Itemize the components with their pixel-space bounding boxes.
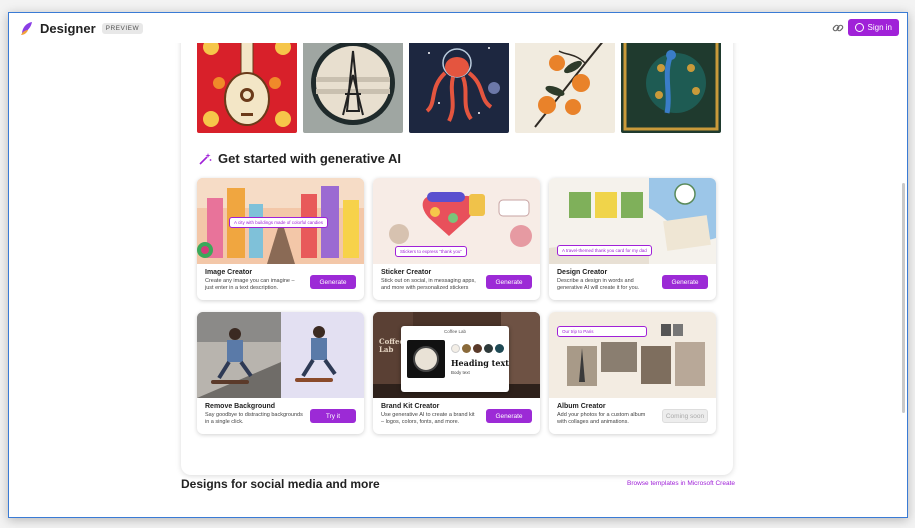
image-creator-generate-button[interactable]: Generate (310, 275, 356, 289)
designer-logo-icon[interactable] (19, 20, 35, 36)
app-window: Designer PREVIEW Sign in Get started wit… (8, 12, 908, 518)
sticker-creator-card[interactable]: Stickers to express "thank you" Sticker … (373, 178, 540, 300)
sticker-creator-generate-button[interactable]: Generate (486, 275, 532, 289)
swatch (473, 344, 482, 353)
swatch (451, 344, 460, 353)
page-scrollbar[interactable] (902, 183, 905, 413)
generative-heading-text: Get started with generative AI (218, 151, 402, 166)
remove-background-card[interactable]: Remove Background Say goodbye to distrac… (197, 312, 364, 434)
preview-badge: PREVIEW (101, 22, 144, 34)
swatch (462, 344, 471, 353)
browse-templates-link[interactable]: Browse templates in Microsoft Create (627, 480, 735, 487)
app-brand[interactable]: Designer (40, 21, 96, 36)
brand-kit-preview-card: Coffee Lab Heading text Body text (401, 326, 509, 392)
brand-kit-body-sample: Body text (451, 370, 470, 375)
album-creator-coming-soon-button: Coming soon (662, 409, 708, 423)
share-link-icon[interactable] (831, 21, 845, 35)
album-creator-card[interactable]: Our trip to Paris Album Creator Add your… (549, 312, 716, 434)
remove-background-art (197, 312, 364, 398)
brand-kit-heading-sample: Heading text (451, 358, 509, 368)
sign-in-label: Sign in (867, 23, 892, 32)
sticker-creator-description: Stick out on social, in messaging apps, … (381, 278, 476, 291)
main-content: Get started with generative AI A city wi… (9, 43, 907, 517)
album-creator-title: Album Creator (557, 403, 606, 410)
inspiration-panel: Get started with generative AI A city wi… (181, 43, 733, 475)
swatch (484, 344, 493, 353)
brand-kit-swatches (451, 344, 504, 353)
remove-background-try-button[interactable]: Try it (310, 409, 356, 423)
image-creator-card[interactable]: A city with buildings made of colorful c… (197, 178, 364, 300)
brand-kit-creator-generate-button[interactable]: Generate (486, 409, 532, 423)
sticker-creator-prompt: Stickers to express "thank you" (395, 246, 467, 257)
magic-wand-icon (199, 153, 212, 165)
sign-in-button[interactable]: Sign in (847, 19, 899, 36)
design-creator-description: Describe a design in words and generativ… (557, 278, 640, 291)
brand-kit-creator-card[interactable]: Coffee Lab Coffee Lab Heading text Body (373, 312, 540, 434)
inspiration-image-lute[interactable] (197, 43, 297, 133)
social-section-title: Designs for social media and more (181, 477, 380, 491)
inspiration-image-octopus[interactable] (409, 43, 509, 133)
design-creator-generate-button[interactable]: Generate (662, 275, 708, 289)
image-creator-prompt: A city with buildings made of colorful c… (229, 217, 329, 228)
image-creator-description: Create any image you can imagine – just … (205, 278, 295, 291)
swatch (495, 344, 504, 353)
brand-kit-creator-title: Brand Kit Creator (381, 403, 440, 410)
design-creator-prompt: A travel-themed thank you card for my da… (557, 245, 652, 256)
account-icon (854, 23, 864, 32)
album-creator-art (549, 312, 716, 398)
album-creator-description: Add your photos for a custom album with … (557, 412, 646, 425)
brand-kit-logo (407, 340, 445, 378)
brand-kit-name: Coffee Lab (444, 329, 466, 334)
remove-background-description: Say goodbye to distracting backgrounds i… (205, 412, 303, 425)
design-creator-card[interactable]: A travel-themed thank you card for my da… (549, 178, 716, 300)
inspiration-image-eiffel[interactable] (303, 43, 403, 133)
album-creator-prompt: Our trip to Paris (557, 326, 647, 337)
sticker-creator-title: Sticker Creator (381, 269, 432, 276)
design-creator-title: Design Creator (557, 269, 608, 276)
inspiration-image-oranges[interactable] (515, 43, 615, 133)
inspiration-image-peacock[interactable] (621, 43, 721, 133)
top-bar: Designer PREVIEW Sign in (9, 13, 907, 43)
generative-ai-heading: Get started with generative AI (199, 151, 401, 166)
brand-kit-creator-description: Use generative AI to create a brand kit … (381, 412, 475, 425)
image-creator-title: Image Creator (205, 269, 253, 276)
remove-background-title: Remove Background (205, 403, 276, 410)
